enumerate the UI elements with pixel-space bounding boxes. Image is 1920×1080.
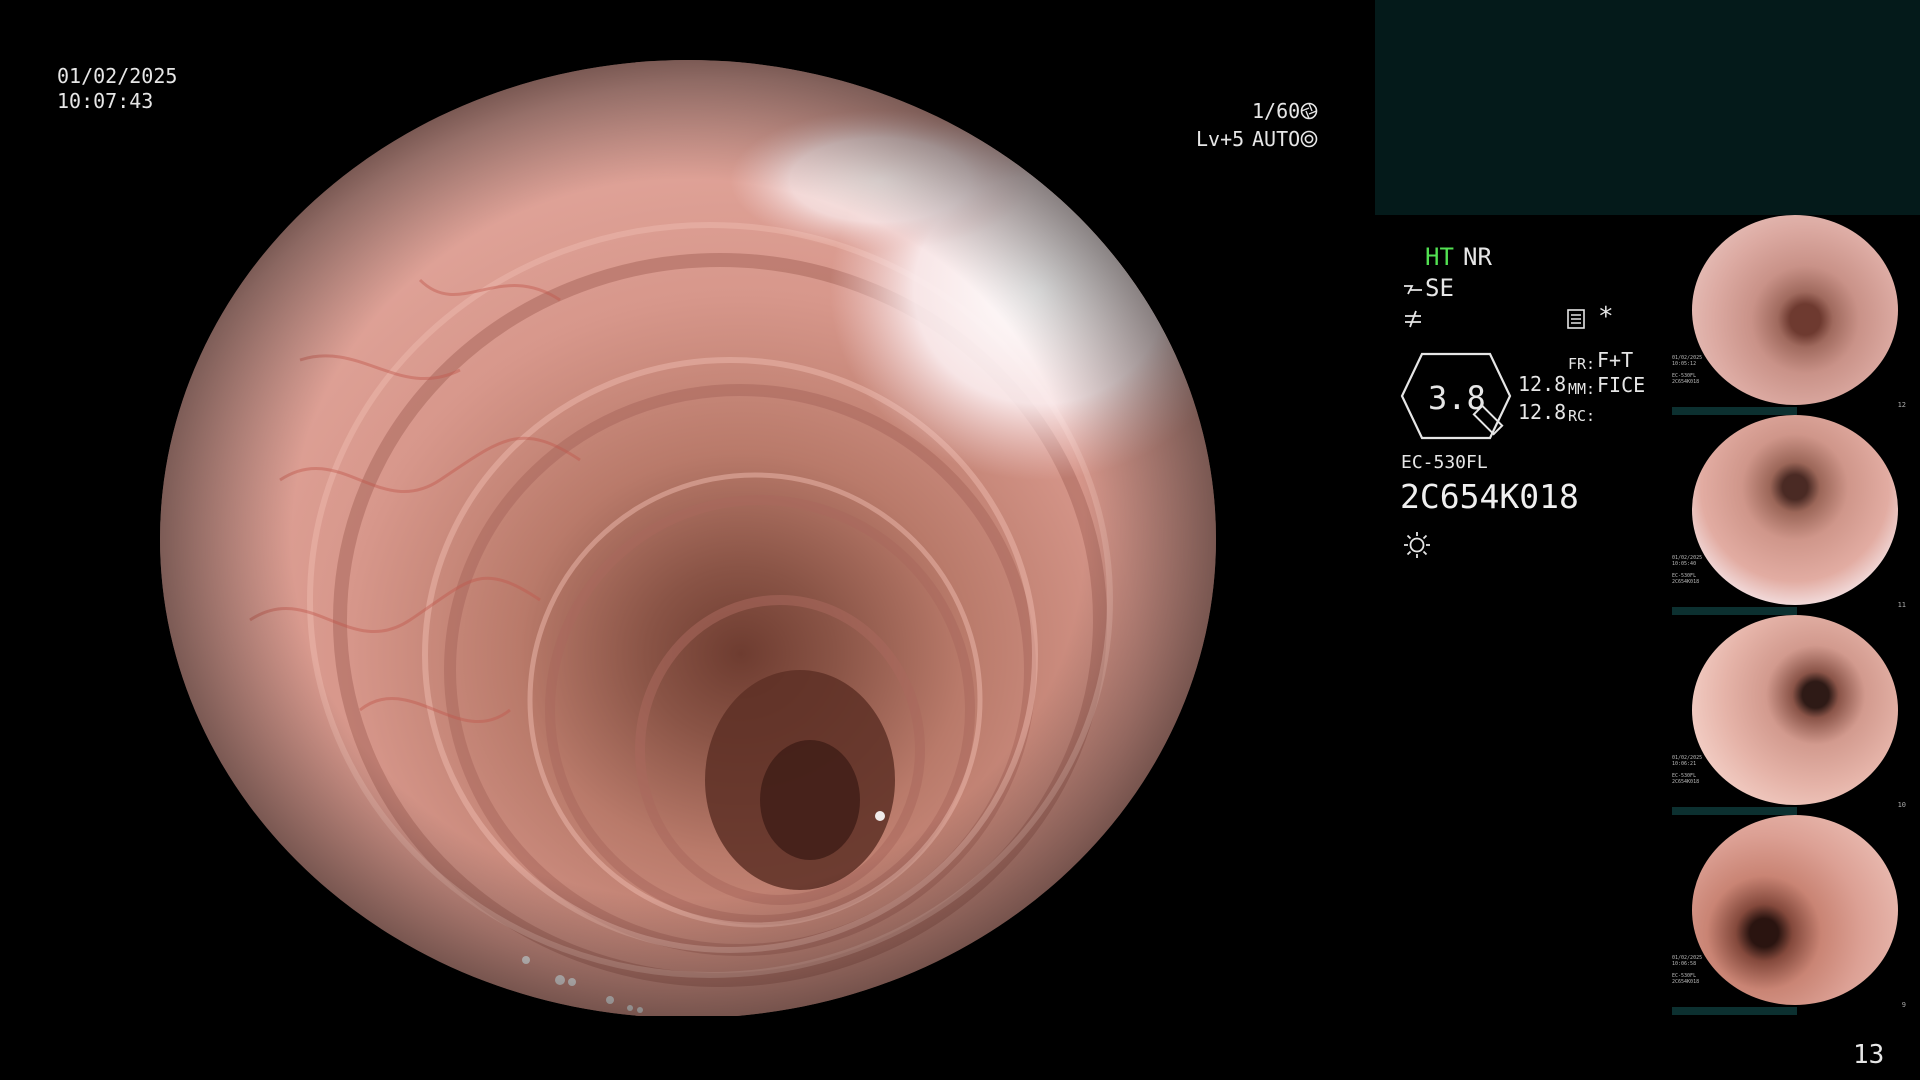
rc-label: RC: [1568, 407, 1596, 425]
frame-mask-top [0, 0, 1376, 60]
thumbnail-info: 01/02/2025 10:06:21 EC-530FL 2C654K018 [1672, 755, 1703, 785]
memory-card-icon [1567, 309, 1585, 329]
thumbnail-index: 12 [1897, 401, 1906, 409]
thumbnail-3[interactable]: 01/02/2025 10:06:21 EC-530FL 2C654K018 1… [1672, 615, 1912, 815]
thumbnail-info: 01/02/2025 10:05:12 EC-530FL 2C654K018 [1672, 355, 1703, 385]
light-source-icon [1404, 532, 1430, 558]
info-panel-background [1375, 0, 1920, 215]
colon-lumen-image [160, 60, 1216, 1018]
mm-label: MM: [1568, 380, 1596, 398]
se-indicator: SE [1425, 274, 1454, 302]
asterisk-icon: * [1598, 302, 1614, 332]
thumbnail-2[interactable]: 01/02/2025 10:05:40 EC-530FL 2C654K018 1… [1672, 415, 1912, 615]
thumbnail-image [1692, 215, 1898, 405]
fr-value: F+T [1597, 348, 1634, 372]
structure-enhance-icon [1404, 285, 1422, 295]
thumbnail-bar [1672, 1007, 1797, 1015]
page-number: 13 [1853, 1040, 1885, 1070]
thumbnail-1[interactable]: 01/02/2025 10:05:12 EC-530FL 2C654K018 1… [1672, 215, 1912, 415]
fr-label: FR: [1568, 355, 1596, 373]
thumbnail-bar [1672, 807, 1797, 815]
value-b: 12.8 [1518, 400, 1567, 424]
thumbnail-image [1692, 615, 1898, 805]
thumbnail-bar [1672, 407, 1797, 415]
shutter-icon [1300, 102, 1318, 120]
main-endoscope-view [160, 60, 1216, 1018]
edge-icon [1405, 310, 1421, 328]
frame-mask-bottom [0, 1016, 1376, 1080]
iris-mode: AUTO [1252, 127, 1301, 151]
mm-value: FICE [1597, 373, 1646, 397]
ht-indicator: HT [1425, 243, 1454, 271]
thumbnail-info: 01/02/2025 10:06:58 EC-530FL 2C654K018 [1672, 955, 1703, 985]
thumbnail-4[interactable]: 01/02/2025 10:06:58 EC-530FL 2C654K018 9 [1672, 815, 1912, 1015]
thumbnail-info: 01/02/2025 10:05:40 EC-530FL 2C654K018 [1672, 555, 1703, 585]
zoom-value: 3.8 [1428, 379, 1486, 417]
thumbnail-image [1692, 815, 1898, 1005]
shutter-speed: 1/60 [1252, 99, 1301, 123]
scope-model: EC-530FL [1401, 452, 1488, 473]
thumbnail-index: 10 [1897, 801, 1906, 809]
thumbnail-index: 9 [1901, 1001, 1906, 1009]
iris-icon [1300, 130, 1318, 148]
nr-indicator: NR [1463, 243, 1492, 271]
thumbnail-image [1692, 415, 1898, 605]
thumbnail-bar [1672, 607, 1797, 615]
brightness-level: Lv+5 [1196, 127, 1245, 151]
value-a: 12.8 [1518, 372, 1567, 396]
thumbnail-index: 11 [1897, 601, 1906, 609]
exam-time: 10:07:43 [57, 89, 154, 113]
scope-serial: 2C654K018 [1400, 477, 1579, 516]
exam-date: 01/02/2025 [57, 64, 178, 88]
